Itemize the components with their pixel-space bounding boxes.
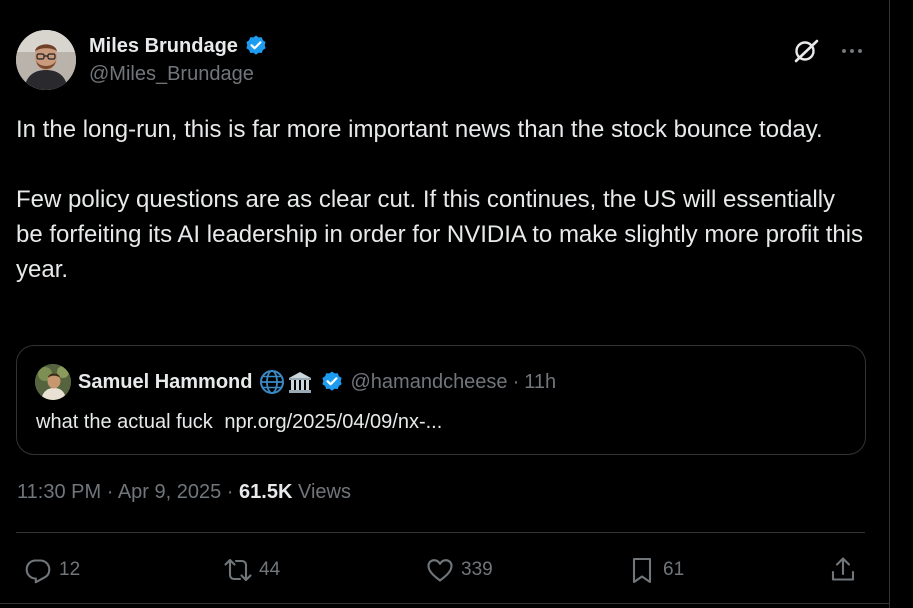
verified-badge-icon[interactable] [320,370,344,394]
views-count[interactable]: 61.5K [239,481,292,503]
share-icon [831,557,855,581]
author-avatar[interactable] [16,30,76,90]
like-button[interactable]: 339 [425,552,493,588]
separator-dot: · [226,481,234,503]
avatar-image [16,30,76,90]
quoted-author-avatar[interactable] [35,364,71,400]
quoted-handle[interactable]: @hamandcheese [350,371,507,394]
tweet-date[interactable]: Apr 9, 2025 [118,481,221,503]
tweet-paragraph: Few policy questions are as clear cut. I… [16,186,864,283]
tweet-meta: 11:30 PM · Apr 9, 2025 · 61.5K Views [17,481,351,504]
action-bar: 12 44 339 61 [0,552,889,588]
more-icon[interactable] [838,38,866,64]
quoted-display-name[interactable]: Samuel Hammond [78,371,252,394]
bookmark-count: 61 [663,559,685,580]
repost-count: 44 [259,559,281,580]
author-display-name[interactable]: Miles Brundage [89,35,238,58]
reply-icon [25,559,51,584]
divider [16,532,865,533]
tweet-text: In the long-run, this is far more import… [16,112,866,287]
globe-icon [258,368,286,396]
reply-count: 12 [59,559,81,580]
bookmark-icon [632,557,652,584]
grok-icon[interactable] [792,37,820,65]
quoted-tweet-card[interactable]: Samuel Hammond @hamandcheese · 11h what … [16,345,866,455]
separator-dot: · [106,481,114,503]
author-name-row: Miles Brundage [89,33,268,59]
classical-building-icon [286,368,314,396]
like-count: 339 [461,559,493,580]
quoted-timestamp[interactable]: 11h [524,371,556,394]
verified-badge-icon[interactable] [244,34,268,58]
heart-icon [427,559,453,582]
quoted-text-body: what the actual fuck [36,411,213,433]
quoted-link[interactable]: npr.org/2025/04/09/nx-... [224,411,442,433]
share-button[interactable] [828,552,858,588]
tweet: Miles Brundage @Miles_Brundage In the lo… [0,0,889,608]
bookmark-button[interactable]: 61 [627,552,684,588]
quoted-header: Samuel Hammond @hamandcheese · 11h [78,368,556,396]
reply-button[interactable]: 12 [23,552,80,588]
separator-dot: · [512,370,520,393]
column-border [889,0,890,608]
tweet-time[interactable]: 11:30 PM [17,481,101,503]
divider [0,603,889,604]
retweet-icon [224,558,252,582]
repost-button[interactable]: 44 [223,552,280,588]
tweet-paragraph: In the long-run, this is far more import… [16,116,823,143]
author-handle[interactable]: @Miles_Brundage [89,63,254,86]
quoted-avatar-image [35,364,71,400]
views-label: Views [297,481,351,503]
quoted-text: what the actual fuck npr.org/2025/04/09/… [36,408,442,436]
